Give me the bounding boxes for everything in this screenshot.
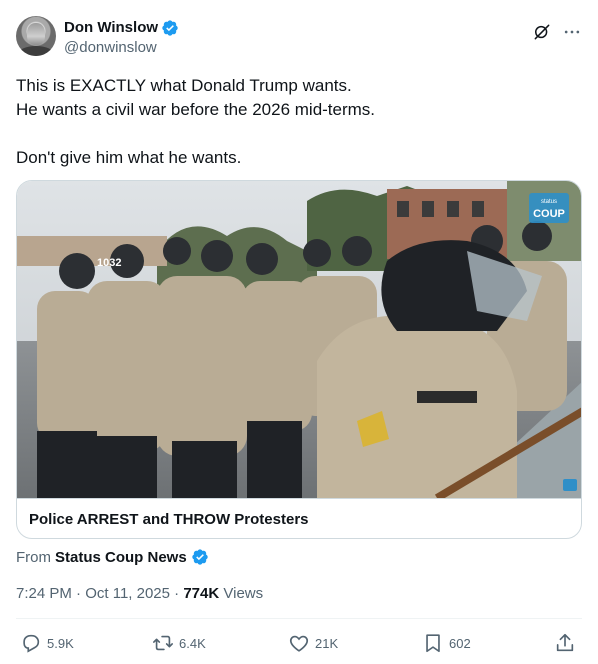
divider <box>16 618 582 619</box>
tweet-line: He wants a civil war before the 2026 mid… <box>16 100 376 119</box>
more-icon[interactable] <box>562 22 582 42</box>
watermark-line2: COUP <box>533 208 565 220</box>
source-prefix: From <box>16 548 51 566</box>
video-frame: 1032 status COUP <box>17 181 581 498</box>
tweet-line: This is EXACTLY what Donald Trump wants. <box>16 76 352 95</box>
reply-count: 5.9K <box>47 635 74 651</box>
author-handle[interactable]: @donwinslow <box>64 38 179 58</box>
tweet-time[interactable]: 7:24 PM <box>16 585 72 602</box>
tweet-meta: 7:24 PM · Oct 11, 2025 · 774K Views <box>16 584 263 604</box>
repost-icon <box>153 635 173 651</box>
source-name[interactable]: Status Coup News <box>55 549 187 566</box>
watermark-line1: status <box>541 199 557 205</box>
reply-button[interactable]: 5.9K <box>20 632 74 654</box>
like-count: 21K <box>315 635 339 651</box>
author-name-row[interactable]: Don Winslow <box>64 18 179 37</box>
grok-icon[interactable] <box>532 22 552 42</box>
tweet-header: Don Winslow @donwinslow <box>16 16 582 60</box>
bookmark-button[interactable]: 602 <box>422 632 471 654</box>
bookmark-icon <box>426 634 440 653</box>
meta-separator: · <box>174 585 180 602</box>
tweet-line <box>16 122 582 146</box>
share-button[interactable] <box>554 632 576 654</box>
views-count: 774K <box>183 585 220 602</box>
reply-icon <box>23 634 40 653</box>
card-title[interactable]: Police ARREST and THROW Protesters <box>17 498 581 538</box>
bookmark-count: 602 <box>449 635 471 651</box>
verified-badge-icon <box>192 549 208 565</box>
heart-icon <box>289 635 309 652</box>
action-bar: 5.9K 6.4K 21K 602 <box>16 632 582 656</box>
avatar-shoulders <box>18 46 54 56</box>
avatar[interactable] <box>16 16 56 56</box>
avatar-face <box>27 23 45 45</box>
verified-badge-icon <box>162 19 178 36</box>
card-video-thumbnail[interactable]: 1032 status COUP <box>17 181 581 498</box>
tweet-text: This is EXACTLY what Donald Trump wants.… <box>16 74 582 170</box>
tweet-line: Don't give him what he wants. <box>16 148 242 167</box>
source-line: From Status Coup News <box>16 548 209 566</box>
like-button[interactable]: 21K <box>288 632 338 654</box>
meta-separator: · <box>76 585 82 602</box>
author-block: Don Winslow @donwinslow <box>64 18 179 58</box>
helmet-number: 1032 <box>97 257 121 269</box>
author-display-name[interactable]: Don Winslow <box>64 18 158 37</box>
share-icon <box>556 633 574 652</box>
views-label: Views <box>223 585 264 602</box>
repost-button[interactable]: 6.4K <box>152 632 206 654</box>
tweet-date[interactable]: Oct 11, 2025 <box>85 585 170 602</box>
link-card[interactable]: 1032 status COUP Police ARREST and THROW… <box>16 180 582 539</box>
repost-count: 6.4K <box>179 635 206 651</box>
